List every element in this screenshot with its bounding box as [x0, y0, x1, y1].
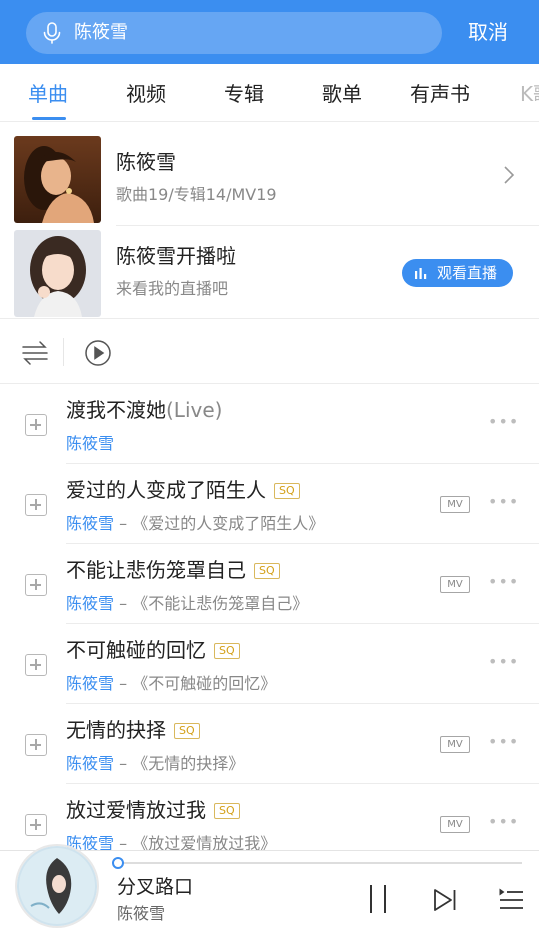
add-icon[interactable] [25, 494, 47, 516]
progress-knob[interactable] [112, 857, 124, 869]
live-subtitle: 来看我的直播吧 [116, 279, 229, 298]
artist-card[interactable]: 陈筱雪 歌曲19/专辑14/MV19 [0, 130, 539, 226]
song-album: – 《无情的抉择》 [114, 754, 245, 773]
result-tabs: 单曲 视频 专辑 歌单 有声书 K歌 [0, 64, 539, 122]
album-art[interactable] [17, 846, 97, 926]
tab-playlists[interactable]: 歌单 [322, 82, 362, 106]
tab-karaoke[interactable]: K歌 [520, 82, 539, 106]
song-album: – 《爱过的人变成了陌生人》 [114, 514, 325, 533]
more-icon[interactable]: ••• [488, 812, 519, 832]
song-artist[interactable]: 陈筱雪 [66, 674, 114, 693]
sq-badge: SQ [274, 483, 300, 499]
tab-songs[interactable]: 单曲 [28, 82, 68, 106]
playlist-icon[interactable] [498, 887, 524, 913]
more-icon[interactable]: ••• [488, 412, 519, 432]
play-all-icon[interactable] [84, 339, 112, 367]
song-artist[interactable]: 陈筱雪 [66, 514, 114, 533]
sq-badge: SQ [174, 723, 200, 739]
mv-badge[interactable]: MV [440, 576, 470, 593]
song-title: 不能让悲伤笼罩自己 SQ [66, 557, 280, 583]
progress-bar[interactable] [112, 857, 522, 869]
song-row[interactable]: 爱过的人变成了陌生人 SQ 陈筱雪 – 《爱过的人变成了陌生人》 MV ••• [0, 464, 539, 544]
more-icon[interactable]: ••• [488, 572, 519, 592]
song-title: 渡我不渡她(Live) [66, 398, 223, 422]
add-icon[interactable] [25, 414, 47, 436]
song-artist[interactable]: 陈筱雪 [66, 434, 114, 453]
divider [63, 338, 64, 366]
song-title: 不可触碰的回忆 SQ [66, 637, 240, 663]
mv-badge[interactable]: MV [440, 736, 470, 753]
microphone-icon[interactable] [40, 21, 64, 45]
pause-icon[interactable] [368, 884, 388, 914]
chevron-right-icon [504, 166, 515, 184]
song-artist[interactable]: 陈筱雪 [66, 754, 114, 773]
add-icon[interactable] [25, 734, 47, 756]
cancel-button[interactable]: 取消 [468, 20, 508, 44]
song-row[interactable]: 渡我不渡她(Live) 陈筱雪 ••• [0, 384, 539, 464]
song-meta: 陈筱雪 – 《爱过的人变成了陌生人》 [66, 514, 324, 534]
now-playing-title: 分叉路口 [117, 876, 194, 898]
song-artist[interactable]: 陈筱雪 [66, 594, 114, 613]
add-icon[interactable] [25, 654, 47, 676]
song-meta: 陈筱雪 – 《不可触碰的回忆》 [66, 674, 276, 694]
tab-videos[interactable]: 视频 [126, 82, 166, 106]
add-icon[interactable] [25, 814, 47, 836]
artist-avatar [14, 136, 101, 223]
active-tab-indicator [32, 117, 66, 120]
live-title: 陈筱雪开播啦 [116, 244, 236, 268]
tab-audiobooks[interactable]: 有声书 [410, 82, 470, 106]
add-icon[interactable] [25, 574, 47, 596]
search-query-text[interactable]: 陈筱雪 [74, 22, 128, 44]
watch-live-label: 观看直播 [437, 264, 498, 282]
artist-stats: 歌曲19/专辑14/MV19 [116, 185, 277, 204]
tab-albums[interactable]: 专辑 [224, 82, 264, 106]
list-action-bar [0, 318, 539, 384]
song-title: 放过爱情放过我 SQ [66, 797, 240, 823]
song-title: 爱过的人变成了陌生人 SQ [66, 477, 300, 503]
more-icon[interactable]: ••• [488, 652, 519, 672]
song-meta: 陈筱雪 – 《不能让悲伤笼罩自己》 [66, 594, 308, 614]
watch-live-button[interactable]: 观看直播 [402, 259, 513, 287]
live-suffix: (Live) [166, 398, 223, 422]
sq-badge: SQ [214, 643, 240, 659]
live-avatar [14, 230, 101, 317]
song-album: – 《不能让悲伤笼罩自己》 [114, 594, 309, 613]
mv-badge[interactable]: MV [440, 816, 470, 833]
sort-icon[interactable] [21, 339, 49, 365]
mini-player[interactable]: 分叉路口 陈筱雪 [0, 846, 539, 931]
sq-badge: SQ [254, 563, 280, 579]
song-meta: 陈筱雪 [66, 434, 114, 454]
song-row[interactable]: 不可触碰的回忆 SQ 陈筱雪 – 《不可触碰的回忆》 ••• [0, 624, 539, 704]
song-meta: 陈筱雪 – 《无情的抉择》 [66, 754, 244, 774]
artist-name: 陈筱雪 [116, 150, 176, 174]
search-header: 陈筱雪 取消 [0, 0, 539, 64]
song-album: – 《不可触碰的回忆》 [114, 674, 277, 693]
song-row[interactable]: 不能让悲伤笼罩自己 SQ 陈筱雪 – 《不能让悲伤笼罩自己》 MV ••• [0, 544, 539, 624]
more-icon[interactable]: ••• [488, 732, 519, 752]
mv-badge[interactable]: MV [440, 496, 470, 513]
song-title: 无情的抉择 SQ [66, 717, 200, 743]
now-playing-artist: 陈筱雪 [117, 904, 166, 923]
more-icon[interactable]: ••• [488, 492, 519, 512]
next-track-icon[interactable] [433, 888, 457, 912]
sq-badge: SQ [214, 803, 240, 819]
search-input[interactable]: 陈筱雪 [26, 12, 442, 54]
song-row[interactable]: 无情的抉择 SQ 陈筱雪 – 《无情的抉择》 MV ••• [0, 704, 539, 784]
live-bars-icon [415, 268, 427, 279]
